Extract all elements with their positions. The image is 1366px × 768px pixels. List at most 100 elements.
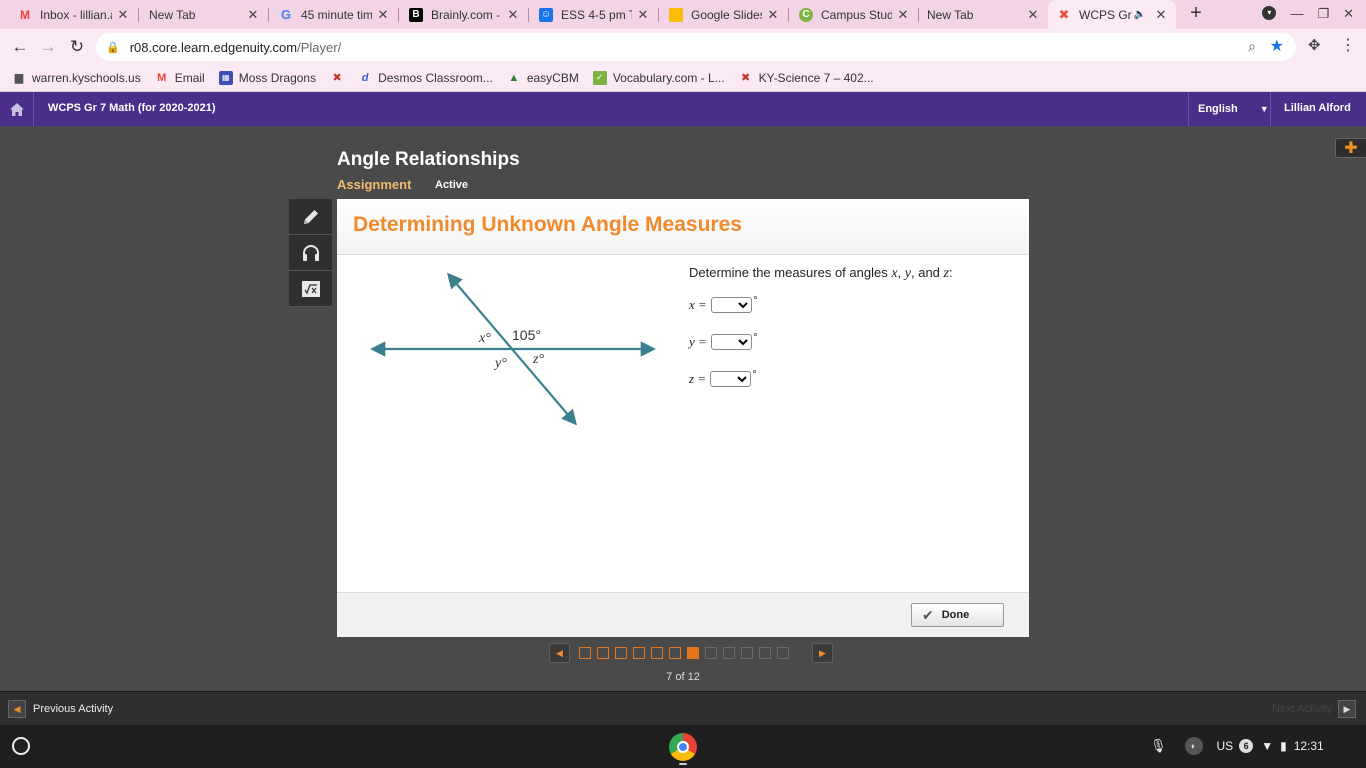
notification-badge[interactable]: 6	[1239, 739, 1254, 753]
calculator-icon	[301, 280, 320, 297]
bookmark-email[interactable]: M Email	[155, 71, 205, 85]
bookmark-desmos[interactable]: d Desmos Classroom...	[358, 71, 493, 85]
close-icon[interactable]: ✕	[1026, 7, 1040, 23]
tab-title: Inbox - lillian.al	[40, 7, 112, 22]
activity-type-label: Assignment	[337, 177, 412, 192]
tab-campus-student[interactable]: C Campus Stude ✕	[788, 0, 918, 29]
browser-toolbar: ← → ↻ 🔒 r08.core.learn.edgenuity.com/Pla…	[0, 29, 1366, 64]
tab-new-tab-2[interactable]: New Tab ✕	[918, 0, 1048, 29]
pager-box[interactable]	[777, 647, 789, 659]
pager-box[interactable]	[651, 647, 663, 659]
tab-brainly[interactable]: B Brainly.com - F ✕	[398, 0, 528, 29]
lock-icon[interactable]: 🔒	[106, 41, 120, 54]
close-icon[interactable]: ✕	[376, 7, 390, 23]
tab-search-icon[interactable]: ▾	[1262, 6, 1277, 20]
chrome-icon[interactable]	[669, 733, 697, 761]
audio-tool-button[interactable]	[289, 235, 332, 271]
close-icon[interactable]: ✕	[116, 7, 130, 23]
activity-nav-bar: ◀ Previous Activity Next Activity ▶	[0, 691, 1366, 725]
back-icon[interactable]: ←	[9, 36, 31, 58]
angle-105-label: 105°	[512, 327, 541, 343]
bookmark-warren-kyschools[interactable]: ▆ warren.kyschools.us	[12, 71, 141, 85]
lesson-heading: Determining Unknown Angle Measures	[353, 213, 742, 236]
microphone-icon[interactable]: 🎙	[1150, 738, 1167, 754]
extensions-icon[interactable]: ✥	[1308, 36, 1321, 54]
next-question-button[interactable]: ▶	[812, 643, 833, 663]
clock[interactable]: 12:31	[1294, 739, 1324, 753]
tab-title: 45 minute time	[301, 7, 372, 22]
screen-share-icon[interactable]: ◐	[1184, 737, 1203, 755]
tools-rail	[289, 199, 332, 309]
bookmark-easycbm[interactable]: ▲ easyCBM	[507, 71, 578, 85]
tab-gmail-inbox[interactable]: M Inbox - lillian.al ✕	[0, 0, 138, 29]
previous-question-button[interactable]: ◀	[549, 643, 570, 663]
bookmark-moss-dragons[interactable]: ▦ Moss Dragons	[218, 70, 316, 85]
answer-row-x: x = °	[689, 295, 758, 313]
tab-google-search[interactable]: G 45 minute time ✕	[268, 0, 398, 29]
pager-box[interactable]	[741, 647, 753, 659]
input-method[interactable]: US	[1217, 739, 1234, 753]
activity-title: Angle Relationships	[337, 149, 520, 170]
lesson-footer: ✔ Done	[337, 592, 1029, 637]
google-icon: G	[280, 7, 292, 22]
pager-box[interactable]	[579, 647, 591, 659]
close-window-icon[interactable]: ✕	[1343, 6, 1354, 22]
speaker-icon[interactable]: 🔈	[1134, 9, 1146, 20]
angle-x-dropdown[interactable]	[711, 297, 753, 313]
pager-box[interactable]	[597, 647, 609, 659]
expand-tools-button[interactable]: ✚	[1335, 138, 1366, 158]
headphones-icon	[302, 244, 319, 261]
close-icon[interactable]: ✕	[896, 7, 910, 23]
close-icon[interactable]: ✕	[506, 7, 520, 23]
course-title: WCPS Gr 7 Math (for 2020-2021)	[48, 102, 216, 114]
angle-z-label: z°	[532, 352, 544, 367]
new-tab-button[interactable]: +	[1185, 3, 1207, 25]
zoom-icon[interactable]: ⌕	[1248, 38, 1256, 55]
bookmark-star-icon[interactable]: ★	[1270, 36, 1284, 56]
system-tray[interactable]: 🎙 ◐ US 6 ▼ ▮ 12:31	[1150, 737, 1324, 755]
tab-new-tab-1[interactable]: New Tab ✕	[138, 0, 268, 29]
bookmark-ky-science[interactable]: ✖ KY-Science 7 – 402...	[739, 71, 874, 85]
pager-box[interactable]	[633, 647, 645, 659]
calculator-tool-button[interactable]	[289, 271, 332, 307]
bookmark-edgenuity[interactable]: ✖	[330, 71, 350, 85]
tab-google-slides[interactable]: Google Slides ✕	[658, 0, 788, 29]
address-bar[interactable]: 🔒 r08.core.learn.edgenuity.com/Player/ ⌕…	[96, 33, 1296, 61]
language-selector[interactable]: English ▼	[1188, 92, 1271, 126]
previous-activity-button[interactable]: ◀ Previous Activity	[8, 700, 113, 718]
pager-box[interactable]	[615, 647, 627, 659]
pager-count: 7 of 12	[666, 671, 700, 683]
menu-icon[interactable]: ⋮	[1340, 35, 1356, 55]
close-icon[interactable]: ✕	[636, 7, 650, 23]
forward-icon[interactable]: →	[37, 36, 59, 58]
restore-icon[interactable]: ❐	[1317, 6, 1329, 22]
home-button[interactable]	[0, 92, 34, 126]
tab-wcps-active[interactable]: ✖ WCPS Gr 7 🔈 ✕	[1048, 0, 1176, 29]
close-icon[interactable]: ✕	[1154, 7, 1168, 23]
tab-ess-meeting[interactable]: ☺ ESS 4-5 pm Th ✕	[528, 0, 658, 29]
os-shelf: 🎙 ◐ US 6 ▼ ▮ 12:31	[0, 725, 1366, 768]
angle-x-label: x°	[478, 331, 491, 346]
edgenuity-icon: ✖	[741, 72, 751, 84]
angle-z-dropdown[interactable]	[710, 371, 752, 387]
pager-box[interactable]	[687, 647, 699, 659]
user-name[interactable]: Lillian Alford	[1284, 102, 1351, 114]
classroom-icon: ☺	[539, 7, 553, 22]
next-activity-button[interactable]: Next Activity ▶	[1272, 700, 1356, 718]
vocabulary-icon: ✓	[592, 70, 607, 85]
angle-diagram: x° 105° y° z°	[369, 272, 657, 426]
pager-box[interactable]	[705, 647, 717, 659]
pager-box[interactable]	[723, 647, 735, 659]
close-icon[interactable]: ✕	[766, 7, 780, 23]
pager-box[interactable]	[669, 647, 681, 659]
minimize-icon[interactable]: —	[1290, 6, 1303, 22]
close-icon[interactable]: ✕	[246, 7, 260, 23]
reload-icon[interactable]: ↻	[66, 36, 88, 58]
bookmark-vocabulary[interactable]: ✓ Vocabulary.com - L...	[592, 70, 725, 85]
pager-box[interactable]	[759, 647, 771, 659]
pencil-tool-button[interactable]	[289, 199, 332, 235]
launcher-icon[interactable]	[12, 737, 30, 755]
angle-y-dropdown[interactable]	[711, 334, 753, 350]
url-path: /Player/	[297, 39, 342, 55]
done-button[interactable]: ✔ Done	[911, 603, 1004, 627]
